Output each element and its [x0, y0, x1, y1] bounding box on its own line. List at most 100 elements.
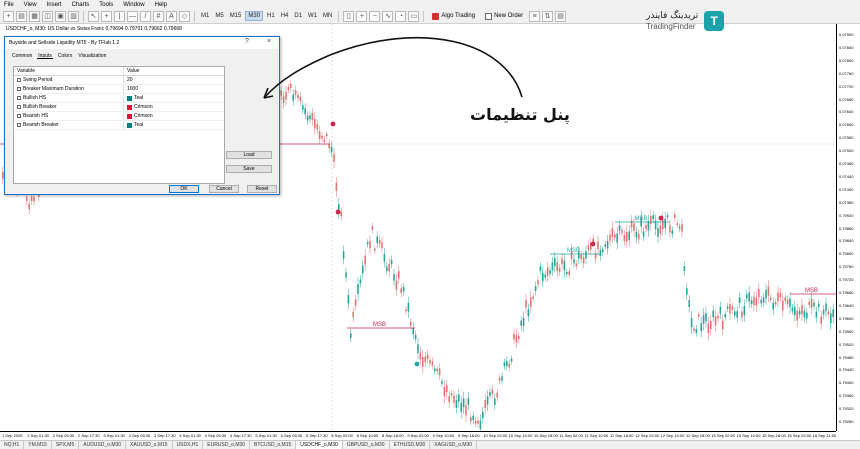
templates-icon[interactable]: ▭ — [408, 10, 420, 22]
data-window-icon[interactable]: ▣ — [55, 10, 66, 22]
time-axis[interactable]: 1 Sep 2025 2 Sep 01:30 2 Sep 09:30 2 Sep 17… — [0, 431, 836, 440]
parameter-row[interactable]: Bearish Breaker Teal — [14, 121, 224, 130]
screen-icon[interactable]: ▤ — [555, 10, 567, 22]
horizontal-line-icon[interactable]: — — [127, 10, 138, 22]
candle-body — [621, 229, 623, 234]
parameter-row[interactable]: Swing Period 20 — [14, 76, 224, 85]
timeframe-w1[interactable]: W1 — [306, 12, 319, 20]
chart-tab[interactable]: EURUSD_o,M30 — [203, 440, 251, 449]
candle-body — [695, 328, 698, 333]
tab-visualization[interactable]: Visualization — [77, 53, 107, 59]
parameter-value-cell[interactable]: Teal — [124, 122, 143, 128]
close-icon[interactable]: × — [267, 38, 271, 45]
new-chart-icon[interactable]: + — [3, 10, 14, 22]
timeframe-h4[interactable]: H4 — [279, 12, 291, 20]
chart-tab[interactable]: XAGUSD_o,M30 — [430, 440, 478, 449]
channel-icon[interactable]: # — [153, 10, 164, 22]
zoom-in-icon[interactable]: + — [356, 10, 368, 22]
menu-view[interactable]: View — [24, 2, 37, 8]
candle-body — [321, 135, 323, 139]
chart-tab[interactable]: YM,M15 — [24, 440, 52, 449]
ok-button[interactable]: OK — [169, 185, 199, 193]
price-tick-label: 0.07360 — [839, 199, 854, 205]
price-axis[interactable]: 0.07900 0.07840 0.07800 0.07760 0.07720 0.076… — [836, 24, 860, 431]
tab-colors[interactable]: Colors — [57, 53, 73, 59]
parameter-value-cell[interactable]: Crimson — [124, 113, 153, 119]
crosshair-icon[interactable]: + — [101, 10, 112, 22]
timeframe-h1[interactable]: H1 — [265, 12, 277, 20]
chart-tab[interactable]: BTCUSD_o,M15 — [250, 440, 297, 449]
toolbox-icon[interactable]: ▥ — [68, 10, 79, 22]
candle-body — [443, 386, 446, 397]
help-icon[interactable]: ? — [245, 38, 249, 45]
candle-body — [424, 356, 426, 363]
text-icon[interactable]: A — [166, 10, 177, 22]
timeframe-m30[interactable]: M30 — [245, 11, 264, 21]
dialog-titlebar[interactable]: Buyside and Sellside Liquidity MT5 - By … — [5, 37, 279, 49]
timeframe-m1[interactable]: M1 — [199, 12, 211, 20]
tab-common[interactable]: Common — [11, 53, 33, 59]
new-order-button[interactable]: New Order — [481, 11, 527, 22]
chart-tab[interactable]: GBPUSD_o,M30 — [343, 440, 390, 449]
cancel-button[interactable]: Cancel — [209, 185, 239, 193]
parameter-row[interactable]: Bullish Breaker Crimson — [14, 103, 224, 112]
market-watch-icon[interactable]: ▦ — [29, 10, 40, 22]
price-tick-label: 0.07680 — [839, 96, 854, 102]
navigator-icon[interactable]: ◫ — [42, 10, 53, 22]
chart-tab[interactable]: NQ,H1 — [0, 440, 25, 449]
menu-file[interactable]: File — [4, 2, 14, 8]
trendline-icon[interactable]: / — [140, 10, 151, 22]
menu-tools[interactable]: Tools — [99, 2, 113, 8]
candle-body — [544, 274, 546, 278]
indicators-icon[interactable]: ∿ — [382, 10, 394, 22]
reset-button[interactable]: Reset — [247, 185, 277, 193]
load-button[interactable]: Load — [226, 151, 272, 159]
objects-icon[interactable]: ◔ — [395, 10, 407, 22]
chart-tab[interactable]: ETHUSD,M30 — [390, 440, 431, 449]
signals-icon[interactable]: ⇅ — [542, 10, 554, 22]
timeframe-mn[interactable]: MN — [321, 12, 334, 20]
time-tick-label: 5 Sep 09:30 — [280, 433, 303, 438]
time-tick-label: 3 Sep 09:30 — [128, 433, 151, 438]
menu-window[interactable]: Window — [123, 2, 144, 8]
chart-tab[interactable]: USDCHF_o,M30 — [296, 440, 343, 449]
msb-label: MSB — [805, 288, 818, 294]
menu-help[interactable]: Help — [155, 2, 167, 8]
time-tick-label: 3 Sep 01:30 — [103, 433, 125, 438]
chart-tab[interactable]: AUDUSD_o,M30 — [79, 440, 127, 449]
candle-body — [566, 271, 568, 275]
time-tick-label: 2 Sep 01:30 — [27, 433, 49, 438]
save-button[interactable]: Save — [226, 165, 272, 173]
parameter-row[interactable]: Breaker Maximum Duration 1000 — [14, 85, 224, 94]
candle-body — [755, 297, 758, 306]
candle-body — [314, 118, 316, 128]
parameter-value-cell[interactable]: Crimson — [124, 104, 153, 110]
profiles-icon[interactable]: ▤ — [16, 10, 27, 22]
color-swatch — [127, 104, 132, 110]
parameter-value-cell[interactable]: 1000 — [124, 86, 138, 92]
cursor-icon[interactable]: ↖ — [88, 10, 99, 22]
menu-insert[interactable]: Insert — [47, 2, 62, 8]
parameter-value-cell[interactable]: 20 — [124, 77, 133, 83]
timeframe-m5[interactable]: M5 — [213, 12, 225, 20]
price-tick-label: 0.79280 — [839, 419, 854, 425]
algo-trading-button[interactable]: Algo Trading — [428, 11, 479, 22]
zoom-out-icon[interactable]: − — [369, 10, 381, 22]
parameter-row[interactable]: Bearish HS Crimson — [14, 112, 224, 121]
color-swatch — [127, 122, 132, 128]
depth-of-market-icon[interactable]: ≡ — [529, 10, 541, 22]
menu-charts[interactable]: Charts — [72, 2, 90, 8]
chart-tab[interactable]: USDX,H1 — [173, 440, 204, 449]
parameter-value-cell[interactable]: Teal — [124, 95, 143, 101]
shapes-icon[interactable]: ◇ — [179, 10, 190, 22]
swing-point-marker — [414, 361, 420, 367]
timeframe-d1[interactable]: D1 — [292, 12, 304, 20]
timeframe-m15[interactable]: M15 — [228, 12, 244, 20]
chart-tab[interactable]: SPX,M5 — [52, 440, 80, 449]
candle-body — [446, 385, 448, 393]
vertical-line-icon[interactable]: | — [114, 10, 125, 22]
parameter-row[interactable]: Bullish HS Teal — [14, 94, 224, 103]
tab-inputs[interactable]: Inputs — [37, 53, 53, 59]
chart-tab[interactable]: XAUUSD_o,M15 — [126, 440, 173, 449]
chart-type-icon[interactable]: ▯ — [343, 10, 355, 22]
